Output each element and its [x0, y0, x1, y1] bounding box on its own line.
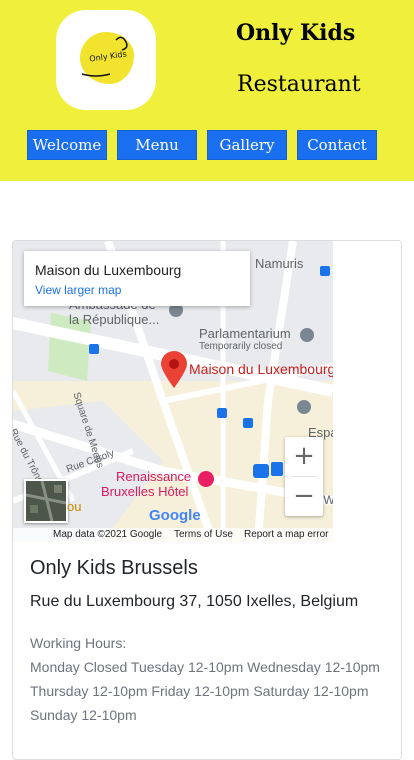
satellite-toggle-button[interactable]: [24, 479, 68, 523]
location-name: Only Kids Brussels: [30, 557, 198, 579]
location-card: Namuris Ambassade de la République... Pa…: [12, 240, 402, 760]
nav-gallery-button[interactable]: Gallery: [207, 130, 287, 160]
working-hours-title: Working Hours:: [30, 635, 127, 651]
nav-contact-button[interactable]: Contact: [297, 130, 377, 160]
site-subtitle: Restaurant: [237, 72, 361, 97]
nav-welcome-button[interactable]: Welcome: [27, 130, 107, 160]
google-logo: Google: [149, 507, 201, 524]
location-address: Rue du Luxembourg 37, 1050 Ixelles, Belg…: [30, 593, 359, 610]
report-map-error-link[interactable]: Report a map error: [244, 529, 328, 540]
map-label-partial-ou: ou: [67, 499, 82, 514]
zoom-out-button[interactable]: −: [285, 477, 323, 515]
site-title: Only Kids: [236, 20, 356, 46]
terms-of-use-link[interactable]: Terms of Use: [174, 529, 233, 540]
map-marker-label: Maison du Luxembourg: [189, 361, 333, 377]
map-data-text: Map data ©2021 Google: [53, 529, 163, 540]
satellite-thumb-icon: [26, 481, 66, 521]
working-hours-text: Monday Closed Tuesday 12-10pm Wednesday …: [30, 659, 380, 723]
view-larger-map-link[interactable]: View larger map: [35, 283, 121, 297]
embedded-map[interactable]: Namuris Ambassade de la République... Pa…: [13, 241, 333, 542]
nav-menu-button[interactable]: Menu: [117, 130, 197, 160]
site-header: Only Kids Only Kids Restaurant Welcome M…: [0, 0, 414, 181]
working-hours: Working Hours: Monday Closed Tuesday 12-…: [30, 631, 390, 727]
map-footer: Map data ©2021 Google Terms of Use Repor…: [13, 528, 333, 542]
map-info-title: Maison du Luxembourg: [35, 262, 182, 278]
map-marker-icon[interactable]: [159, 351, 189, 389]
map-zoom-control: + −: [285, 437, 323, 516]
map-info-box: Maison du Luxembourg View larger map: [24, 251, 250, 306]
restaurant-logo[interactable]: Only Kids: [56, 10, 156, 110]
zoom-in-button[interactable]: +: [285, 437, 323, 475]
